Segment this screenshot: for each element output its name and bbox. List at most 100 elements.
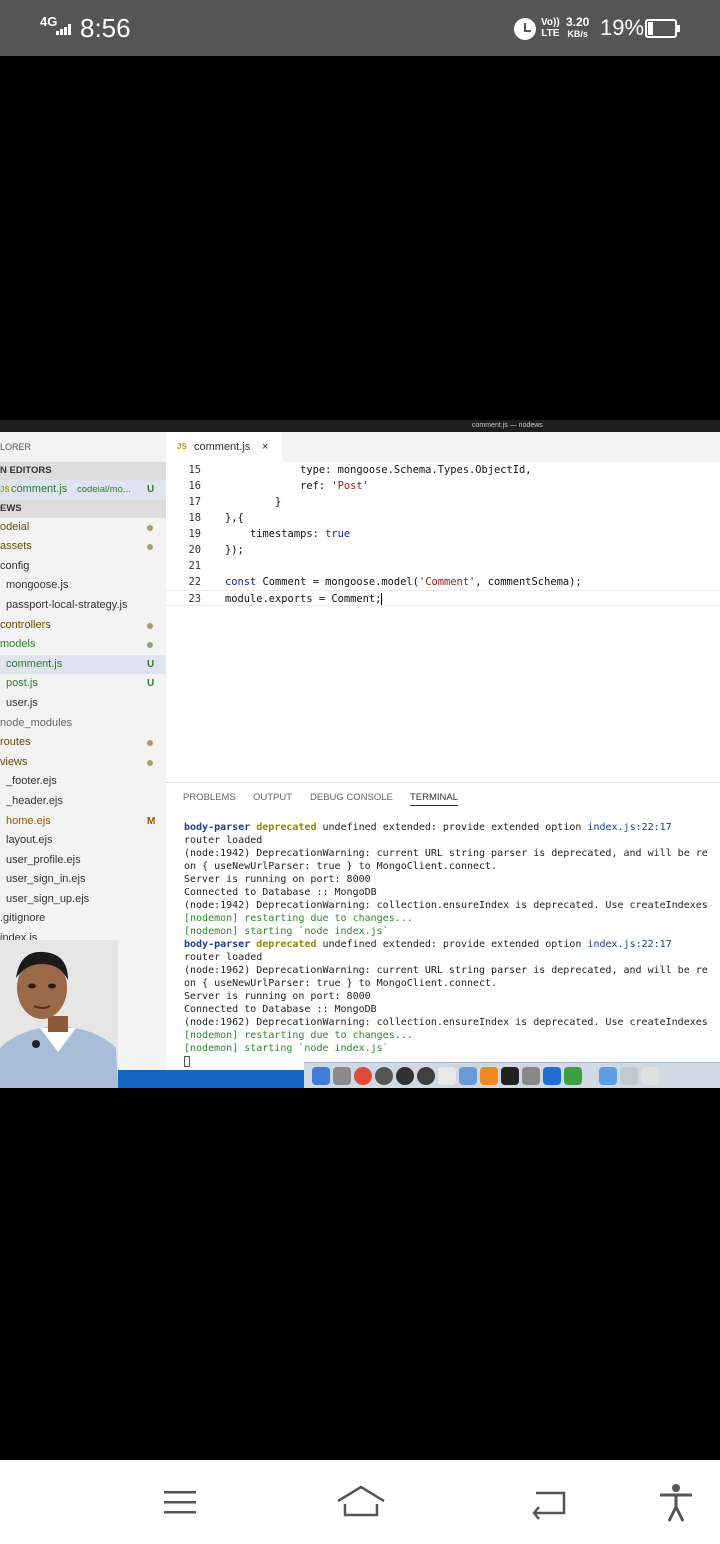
terminal-line: Connected to Database :: MongoDB xyxy=(184,887,377,898)
keynote-icon[interactable] xyxy=(438,1067,456,1085)
status-dot-icon xyxy=(147,642,153,649)
terminal-cursor xyxy=(184,1055,190,1067)
line-number: 20 xyxy=(188,544,201,556)
tree-item[interactable]: assets xyxy=(0,537,166,557)
explorer-title: LORER xyxy=(0,442,32,452)
code-line[interactable]: 15 type: mongoose.Schema.Types.ObjectId, xyxy=(166,462,720,478)
code-lines[interactable]: 15 type: mongoose.Schema.Types.ObjectId,… xyxy=(166,462,720,606)
signal-icon: 4G xyxy=(40,15,72,35)
status-dot-icon xyxy=(147,544,153,551)
obs-icon[interactable] xyxy=(396,1067,414,1085)
disk-utility-icon[interactable] xyxy=(375,1067,393,1085)
tree-item[interactable]: odeial xyxy=(0,518,166,538)
finder-icon[interactable] xyxy=(312,1067,330,1085)
close-icon[interactable]: × xyxy=(262,432,268,462)
line-number: 19 xyxy=(188,528,201,540)
tab-debug-console[interactable]: DEBUG CONSOLE xyxy=(310,792,393,803)
tab-output[interactable]: OUTPUT xyxy=(253,792,292,803)
terminal-line: Connected to Database :: MongoDB xyxy=(184,1004,377,1015)
trash-icon[interactable] xyxy=(641,1067,659,1085)
mac-dock xyxy=(304,1062,720,1088)
tree-item[interactable]: mongoose.js xyxy=(0,576,166,596)
terminal-line: [nodemon] restarting due to changes... xyxy=(184,1030,413,1041)
terminal-line: body-parser deprecated undefined extende… xyxy=(184,939,672,950)
code-line[interactable]: 17 } xyxy=(166,494,720,510)
tree-item[interactable]: controllers xyxy=(0,616,166,636)
code-line[interactable]: 16 ref: 'Post' xyxy=(166,478,720,494)
line-number: 23 xyxy=(188,593,201,605)
tree-item[interactable]: user_profile.ejs xyxy=(0,851,166,871)
code-line[interactable]: 18},{ xyxy=(166,510,720,526)
line-number: 17 xyxy=(188,496,201,508)
tree-item[interactable]: .gitignore xyxy=(0,909,166,929)
code-line[interactable]: 19 timestamps: true xyxy=(166,526,720,542)
terminal-line: (node:1942) DeprecationWarning: current … xyxy=(184,848,708,859)
open-editor-item[interactable]: JS comment.js codeial/mo... U xyxy=(0,480,166,500)
code-editor[interactable]: JS comment.js × 15 type: mongoose.Schema… xyxy=(166,432,720,782)
code-line[interactable]: 23 module.exports = Comment; xyxy=(166,590,720,606)
code-text: } xyxy=(225,496,282,508)
tree-item[interactable]: _footer.ejs xyxy=(0,772,166,792)
vscode-icon[interactable] xyxy=(543,1067,561,1085)
tree-item[interactable]: post.js U xyxy=(0,674,166,694)
tree-item[interactable]: user.js xyxy=(0,694,166,714)
terminal-line: (node:1962) DeprecationWarning: collecti… xyxy=(184,1017,708,1028)
tab-problems[interactable]: PROBLEMS xyxy=(183,792,236,803)
terminal-line: router loaded xyxy=(184,835,263,846)
network-speed: 3.20 KB/s xyxy=(566,15,590,39)
home-icon[interactable] xyxy=(336,1483,386,1523)
tree-item[interactable]: _header.ejs xyxy=(0,792,166,812)
tree-item[interactable]: views xyxy=(0,753,166,773)
preview-icon[interactable] xyxy=(459,1067,477,1085)
alarm-icon xyxy=(514,18,536,40)
git-status-badge: U xyxy=(147,678,155,690)
tree-item[interactable]: comment.js U xyxy=(0,654,166,675)
back-icon[interactable] xyxy=(526,1483,570,1523)
terminal-icon[interactable] xyxy=(501,1067,519,1085)
video-frame[interactable]: comment.js — nodews LORER N EDITORS JS c… xyxy=(0,420,720,1088)
terminal-output[interactable]: body-parser deprecated undefined extende… xyxy=(184,821,708,1068)
folder-icon[interactable] xyxy=(599,1067,617,1085)
tree-item[interactable]: home.ejs M xyxy=(0,812,166,832)
tree-item[interactable]: passport-local-strategy.js xyxy=(0,596,166,616)
code-line[interactable]: 22 const Comment = mongoose.model('Commen… xyxy=(166,574,720,590)
tree-item[interactable]: user_sign_up.ejs xyxy=(0,890,166,910)
workspace-header[interactable]: EWS xyxy=(0,499,166,518)
rocket-icon[interactable] xyxy=(564,1067,582,1085)
editor-tab-bar: JS comment.js × xyxy=(166,432,720,462)
help-icon[interactable] xyxy=(522,1067,540,1085)
code-text: module.exports = Comment; xyxy=(225,593,383,605)
tab-terminal[interactable]: TERMINAL xyxy=(410,792,459,806)
tree-item[interactable]: user_sign_in.ejs xyxy=(0,870,166,890)
chrome-icon[interactable] xyxy=(354,1067,372,1085)
js-file-icon: JS xyxy=(177,442,187,451)
code-text: }); xyxy=(225,544,244,556)
code-line[interactable]: 21 xyxy=(166,558,720,574)
accessibility-icon[interactable] xyxy=(654,1483,698,1523)
line-number: 21 xyxy=(188,560,201,572)
status-dot-icon xyxy=(147,622,153,629)
tree-item[interactable]: models xyxy=(0,635,166,655)
window-title-bar: comment.js — nodews xyxy=(0,420,720,432)
terminal-line: router loaded xyxy=(184,952,263,963)
tree-item[interactable]: layout.ejs xyxy=(0,831,166,851)
terminal-line: Server is running on port: 8000 xyxy=(184,874,371,885)
js-file-icon: JS xyxy=(0,485,10,494)
obs-icon[interactable] xyxy=(417,1067,435,1085)
editor-tab-comment-js[interactable]: JS comment.js × xyxy=(166,432,282,462)
terminal-line: body-parser deprecated undefined extende… xyxy=(184,822,672,833)
terminal-line: [nodemon] starting `node index.js` xyxy=(184,1043,389,1054)
tree-item[interactable]: routes xyxy=(0,733,166,753)
line-number: 15 xyxy=(188,464,201,476)
tree-item[interactable]: node_modules xyxy=(0,714,166,734)
terminal-line: on { useNewUrlParser: true } to MongoCli… xyxy=(184,978,498,989)
launchpad-icon[interactable] xyxy=(333,1067,351,1085)
status-dot-icon xyxy=(147,759,153,766)
code-line[interactable]: 20}); xyxy=(166,542,720,558)
screenshot-icon[interactable] xyxy=(620,1067,638,1085)
terminal-line: (node:1962) DeprecationWarning: current … xyxy=(184,965,708,976)
menu-icon[interactable] xyxy=(158,1483,202,1523)
sublime-icon[interactable] xyxy=(480,1067,498,1085)
open-editors-header[interactable]: N EDITORS xyxy=(0,462,166,480)
tree-item[interactable]: config xyxy=(0,557,166,577)
